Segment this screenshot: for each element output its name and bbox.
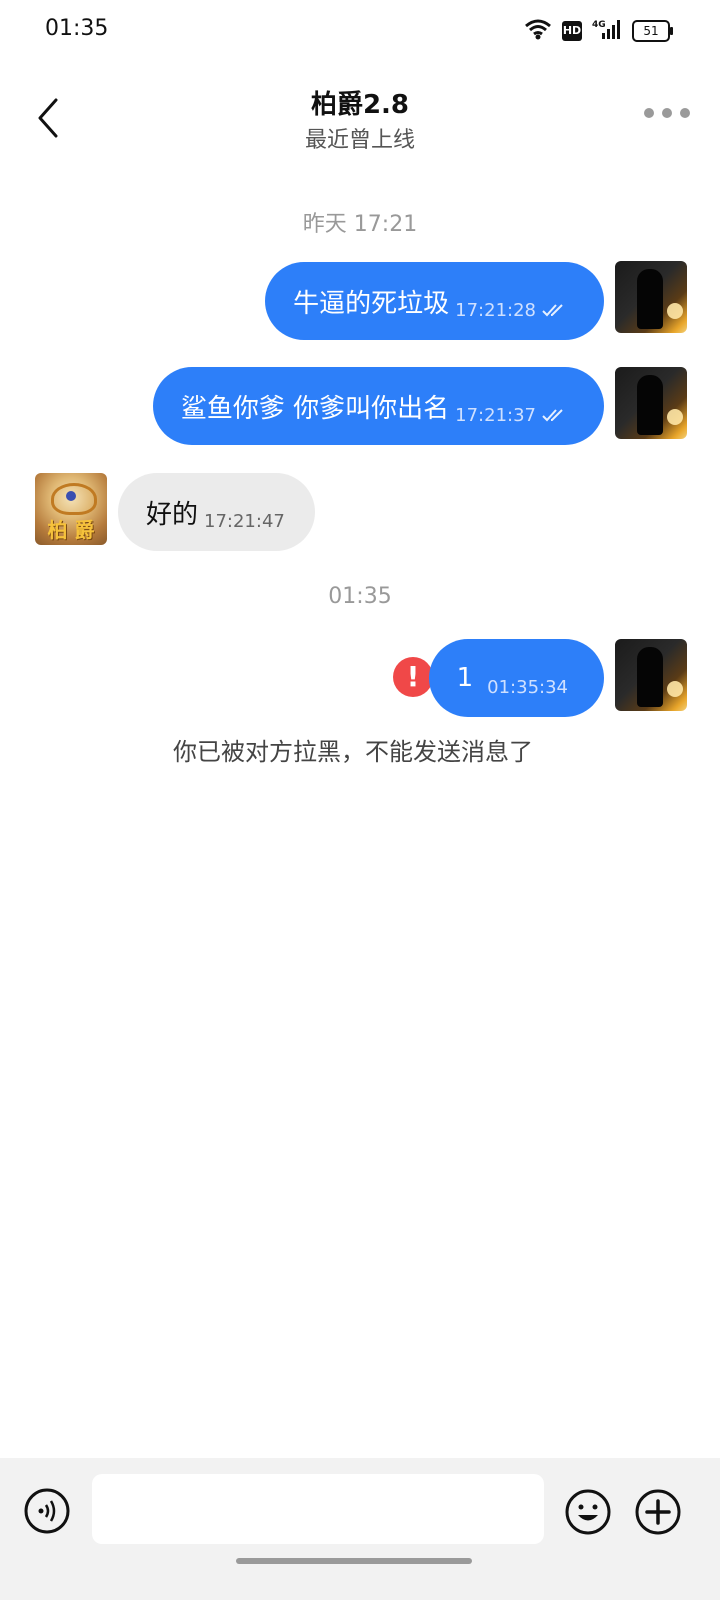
network-type: 4G	[592, 20, 606, 30]
message-bubble-outgoing[interactable]: 1 01:35:34	[428, 639, 604, 717]
signal-icon: 4G	[592, 18, 622, 44]
plus-icon	[635, 1489, 681, 1535]
timestamp-divider: 昨天 17:21	[302, 212, 418, 237]
hd-badge: HD	[562, 21, 582, 41]
message-bubble-incoming[interactable]: 好的 17:21:47	[118, 473, 315, 551]
message-time: 01:35:34	[487, 676, 568, 698]
online-status: 最近曾上线	[304, 128, 415, 153]
message-text: 牛逼的死垃圾	[293, 288, 450, 319]
voice-icon	[24, 1488, 70, 1534]
chat-header: 柏爵2.8 最近曾上线	[0, 62, 720, 172]
emoji-button[interactable]	[564, 1488, 612, 1536]
more-dots-icon	[644, 108, 654, 118]
timestamp-divider: 01:35	[328, 584, 392, 609]
more-button[interactable]	[644, 108, 690, 118]
message-bubble-outgoing[interactable]: 鲨鱼你爹 你爹叫你出名 17:21:37	[152, 367, 604, 445]
my-avatar[interactable]	[615, 261, 687, 333]
message-text: 鲨鱼你爹 你爹叫你出名	[180, 393, 450, 424]
wifi-icon	[524, 18, 552, 44]
status-icons: HD 4G 51	[524, 18, 673, 44]
my-avatar[interactable]	[615, 367, 687, 439]
input-bar	[0, 1458, 720, 1600]
my-avatar[interactable]	[615, 639, 687, 711]
emoji-icon	[565, 1489, 611, 1535]
message-text: 1	[456, 663, 474, 693]
send-failed-error-icon[interactable]: !	[393, 657, 433, 697]
voice-button[interactable]	[24, 1488, 70, 1534]
message-bubble-outgoing[interactable]: 牛逼的死垃圾 17:21:28	[265, 262, 604, 340]
status-time: 01:35	[45, 16, 109, 41]
message-time: 17:21:37	[455, 404, 536, 426]
message-text: 好的	[146, 499, 199, 530]
plus-button[interactable]	[634, 1488, 682, 1536]
double-check-icon	[542, 304, 563, 317]
friend-avatar[interactable]: 柏 爵	[35, 473, 107, 545]
message-time: 17:21:28	[455, 299, 536, 321]
blocked-notice: 你已被对方拉黑，不能发送消息了	[173, 738, 533, 766]
message-input[interactable]	[92, 1474, 544, 1544]
avatar-seal-text: 柏 爵	[47, 518, 95, 542]
home-indicator[interactable]	[236, 1558, 472, 1564]
message-time: 17:21:47	[204, 510, 285, 532]
chat-title: 柏爵2.8	[310, 90, 410, 120]
double-check-icon	[542, 409, 563, 422]
status-bar: 01:35 HD 4G 51	[0, 0, 720, 62]
battery-icon: 51	[632, 20, 673, 42]
